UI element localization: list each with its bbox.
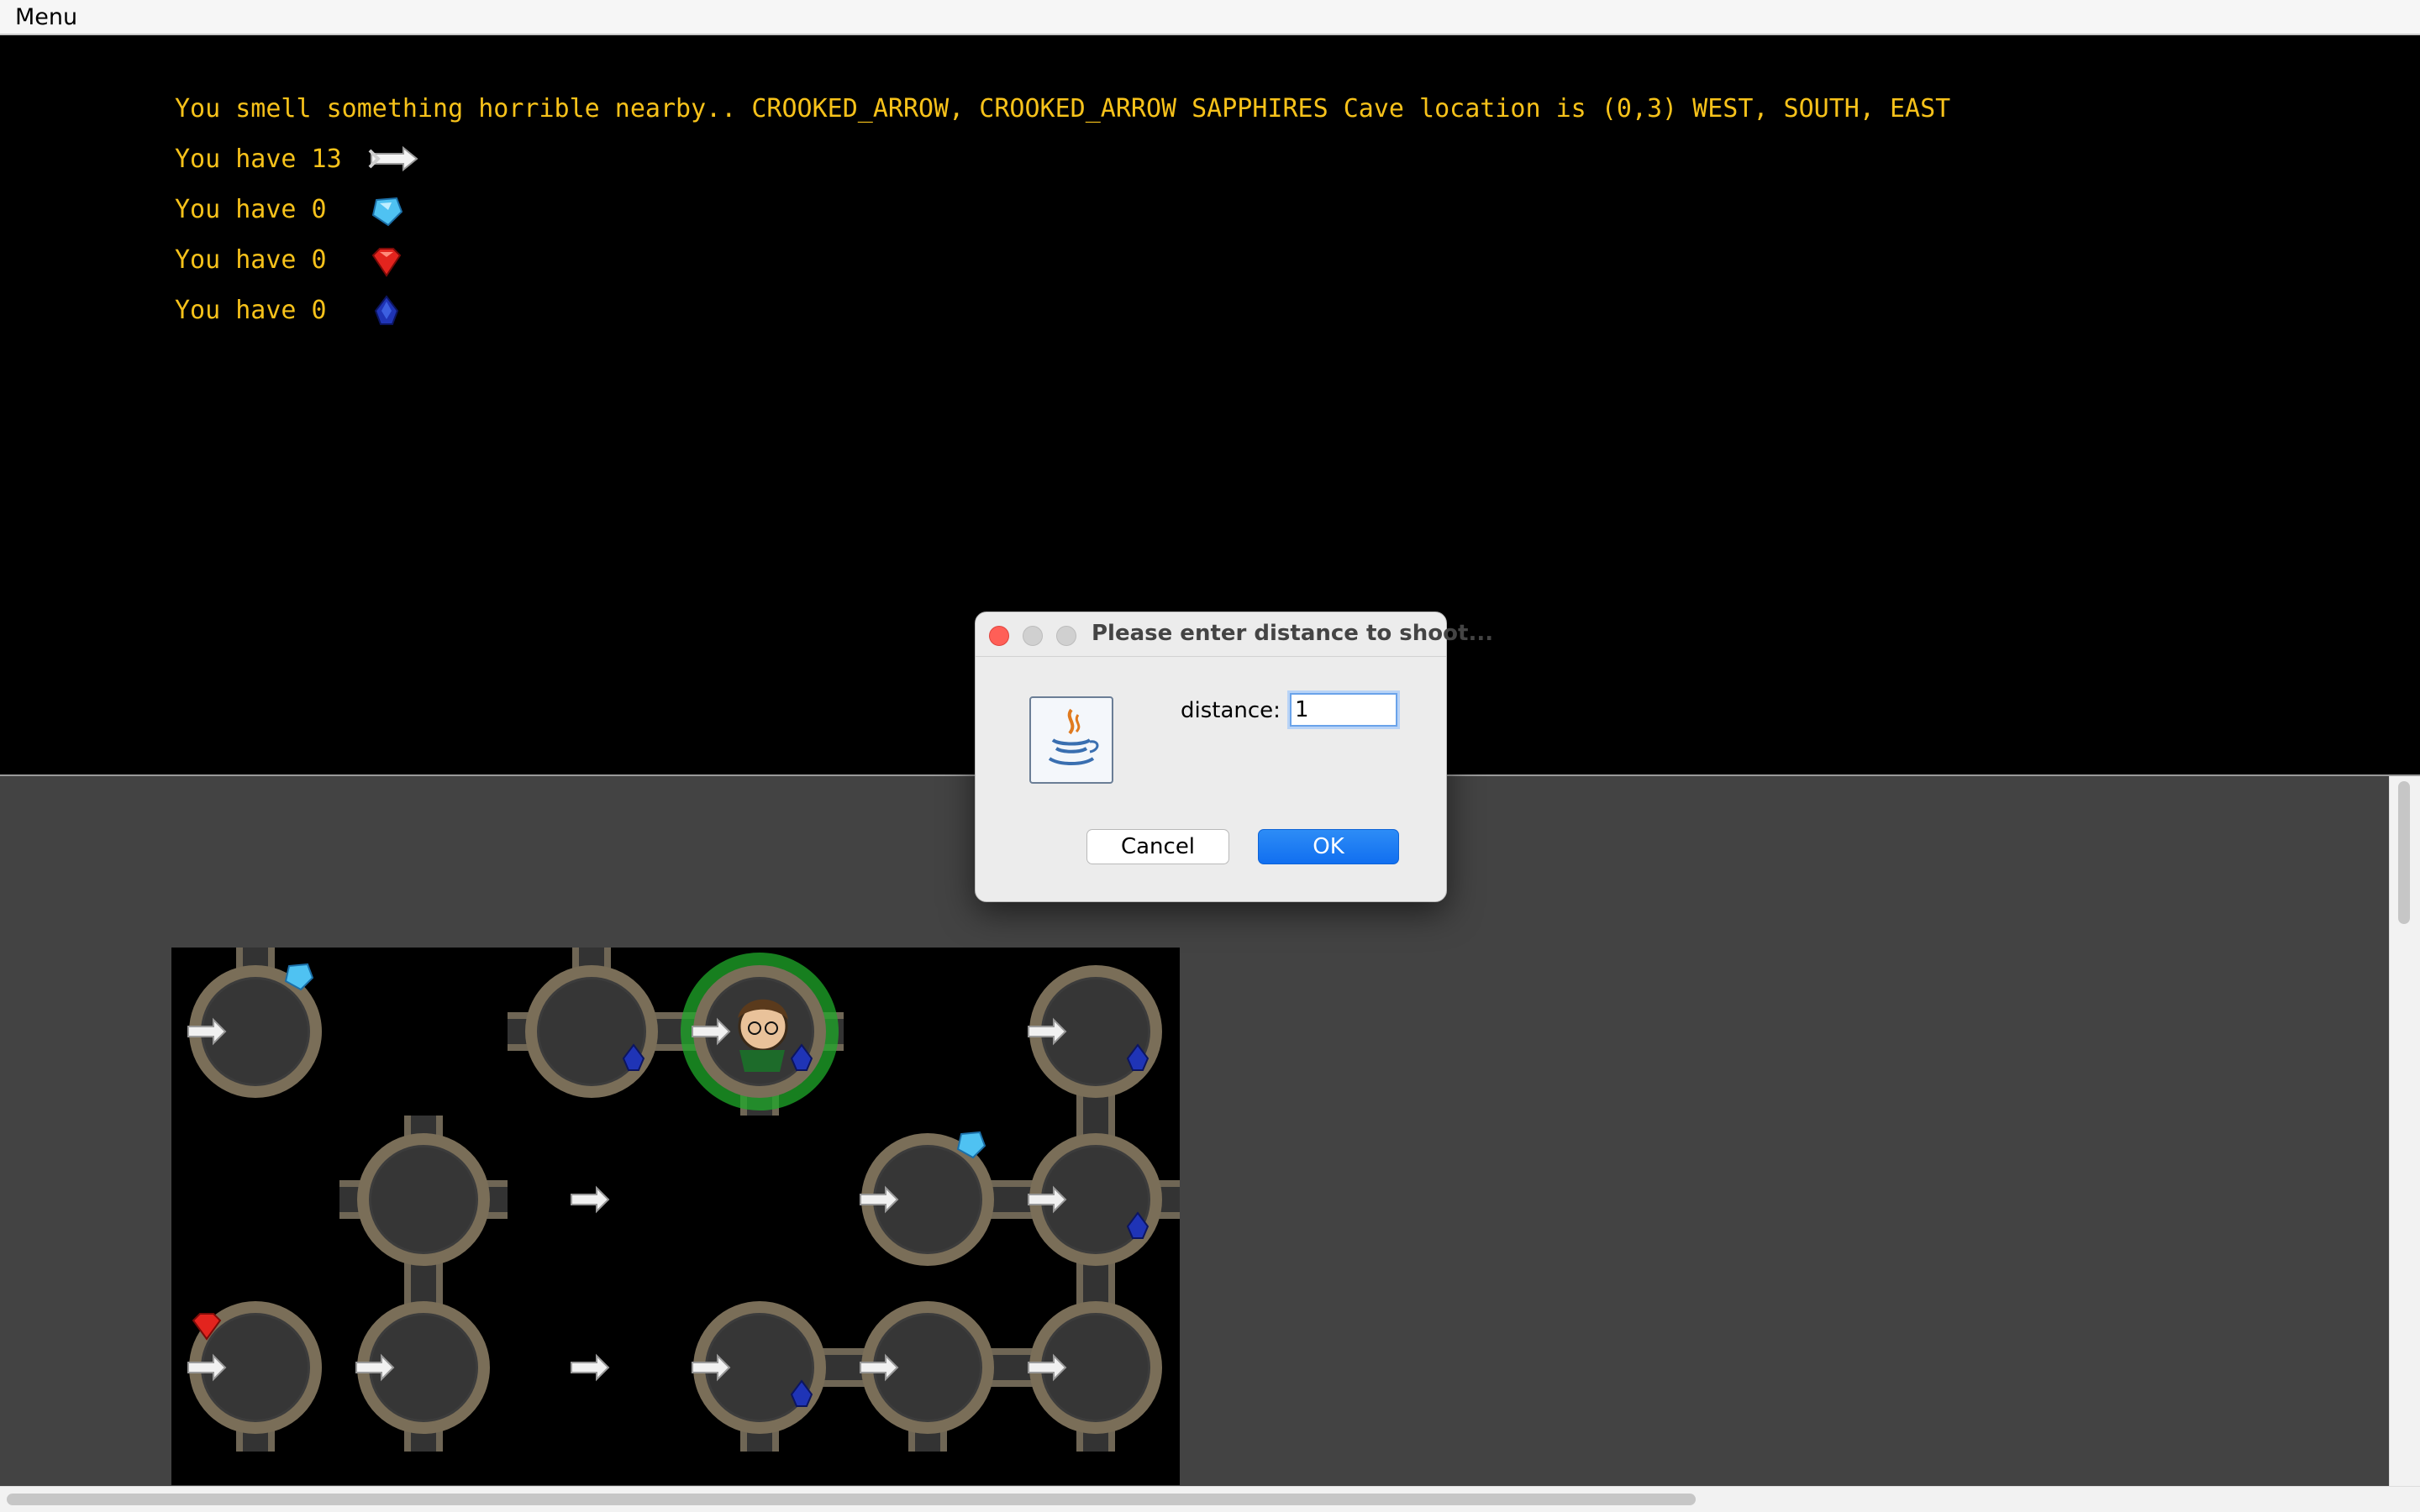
minimize-window-button[interactable]	[1023, 626, 1043, 646]
zoom-window-button[interactable]	[1056, 626, 1076, 646]
sapphire-icon	[374, 295, 399, 325]
java-icon	[1029, 696, 1113, 784]
shoot-distance-dialog: Please enter distance to shoot... distan…	[975, 612, 1493, 902]
diamond-icon	[371, 197, 403, 227]
ruby-count-text: You have 0	[175, 245, 327, 275]
status-message: You smell something horrible nearby.. CR…	[175, 94, 1951, 123]
menu-button[interactable]: Menu	[15, 4, 77, 30]
distance-input[interactable]	[1290, 693, 1397, 727]
close-window-button[interactable]	[989, 626, 1009, 646]
diamond-count-text: You have 0	[175, 195, 327, 224]
ruby-icon	[371, 248, 402, 277]
arrow-icon	[368, 145, 418, 172]
dialog-title: Please enter distance to shoot...	[1092, 621, 1494, 646]
sapphire-count-text: You have 0	[175, 296, 327, 325]
horizontal-scroll-thumb[interactable]	[7, 1494, 1696, 1505]
arrow-count-text: You have 13	[175, 144, 342, 174]
arrow-icon	[571, 1185, 610, 1214]
map-canvas	[187, 948, 1180, 1452]
cave-map[interactable]	[171, 948, 1180, 1485]
vertical-scroll-thumb[interactable]	[2398, 781, 2410, 924]
vertical-scrollbar[interactable]	[2389, 776, 2420, 1488]
dialog-divider	[976, 656, 1446, 657]
menu-bar: Menu	[0, 0, 2420, 35]
cancel-button[interactable]: Cancel	[1086, 829, 1229, 864]
horizontal-scrollbar[interactable]	[0, 1486, 2420, 1512]
arrow-icon	[571, 1353, 610, 1382]
ok-button[interactable]: OK	[1258, 829, 1399, 864]
distance-label: distance:	[1181, 698, 1281, 723]
